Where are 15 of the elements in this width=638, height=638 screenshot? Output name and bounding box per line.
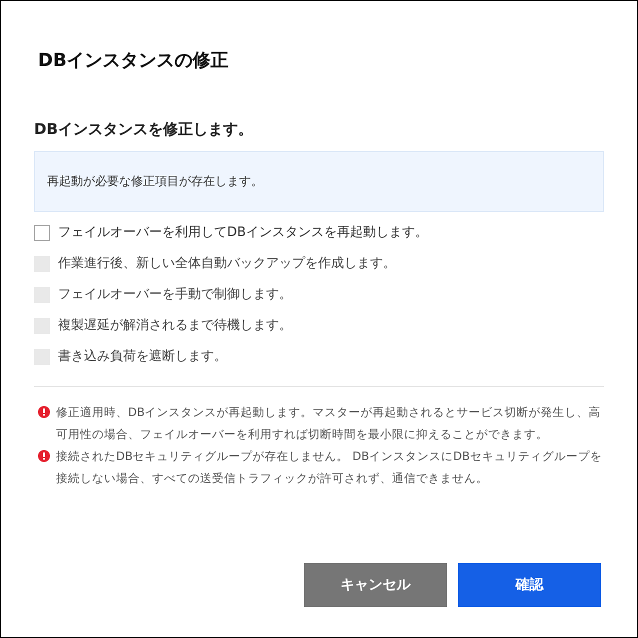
warning-text: 修正適用時、DBインスタンスが再起動します。マスターが再起動されるとサービス切断が発生し、高可用性の場合、フェイルオーバーを利用すれば切断時間を最小限に抑えることができます。 [56,404,602,442]
cancel-button[interactable]: キャンセル [304,563,447,607]
option-label: 複製遅延が解消されるまで待機します。 [58,316,292,335]
option-label: フェイルオーバーを手動で制御します。 [58,286,292,304]
checkbox[interactable] [34,224,50,240]
warning-text: 接続されたDBセキュリティグループが存在しません。 DBインスタンスにDBセキュリティグループを接続しない場合、すべての送受信トラフィックが許可されず、通信できません。 [56,448,603,486]
dialog-subtitle: DBインスタンスを修正します。 [34,119,254,140]
option-label: 書き込み負荷を遮断します。 [58,348,227,366]
error-icon [38,406,50,418]
option-label: フェイルオーバーを利用してDBインスタンスを再起動します。 [58,224,428,242]
confirm-button[interactable]: 確認 [458,563,601,607]
dialog-title: DBインスタンスの修正 [38,49,230,73]
option-label: 作業進行後、新しい全体自動バックアップを作成します。 [58,254,396,273]
info-text: 再起動が必要な修正項目が存在します。 [47,173,263,190]
error-icon [38,450,50,462]
